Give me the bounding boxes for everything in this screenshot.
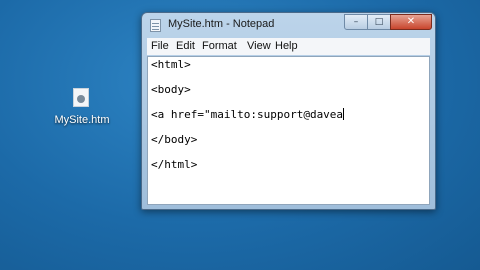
- code-line: <body>: [151, 83, 191, 96]
- vertical-scrollbar[interactable]: [415, 57, 429, 204]
- window-title: MySite.htm - Notepad: [168, 18, 275, 30]
- menu-view[interactable]: View: [247, 40, 271, 52]
- code-line: </body>: [151, 133, 198, 146]
- text-caret: [343, 108, 345, 120]
- menu-bar: File Edit Format View Help: [147, 38, 430, 55]
- title-bar[interactable]: MySite.htm - Notepad – □ ✕: [142, 13, 435, 37]
- menu-edit[interactable]: Edit: [176, 40, 195, 52]
- desktop-icon-label: MySite.htm: [54, 114, 110, 126]
- code-line: </html>: [151, 158, 198, 171]
- notepad-icon[interactable]: [150, 19, 161, 32]
- minimize-button[interactable]: –: [344, 14, 368, 30]
- desktop-file-icon-mysite[interactable]: MySite.htm: [50, 86, 114, 132]
- code-line-current: <a href="mailto:support@davea: [151, 108, 345, 121]
- notepad-window: MySite.htm - Notepad – □ ✕ File Edit For…: [141, 12, 436, 210]
- menu-help[interactable]: Help: [275, 40, 298, 52]
- menu-file[interactable]: File: [151, 40, 169, 52]
- close-button[interactable]: ✕: [390, 14, 432, 30]
- maximize-button[interactable]: □: [367, 14, 391, 30]
- text-editor-area[interactable]: <html> <body> <a href="mailto:support@da…: [147, 56, 430, 205]
- code-line: <html>: [151, 58, 191, 71]
- html-file-icon: [73, 88, 89, 107]
- menu-format[interactable]: Format: [202, 40, 237, 52]
- code-line-text: <a href="mailto:support@davea: [151, 108, 344, 121]
